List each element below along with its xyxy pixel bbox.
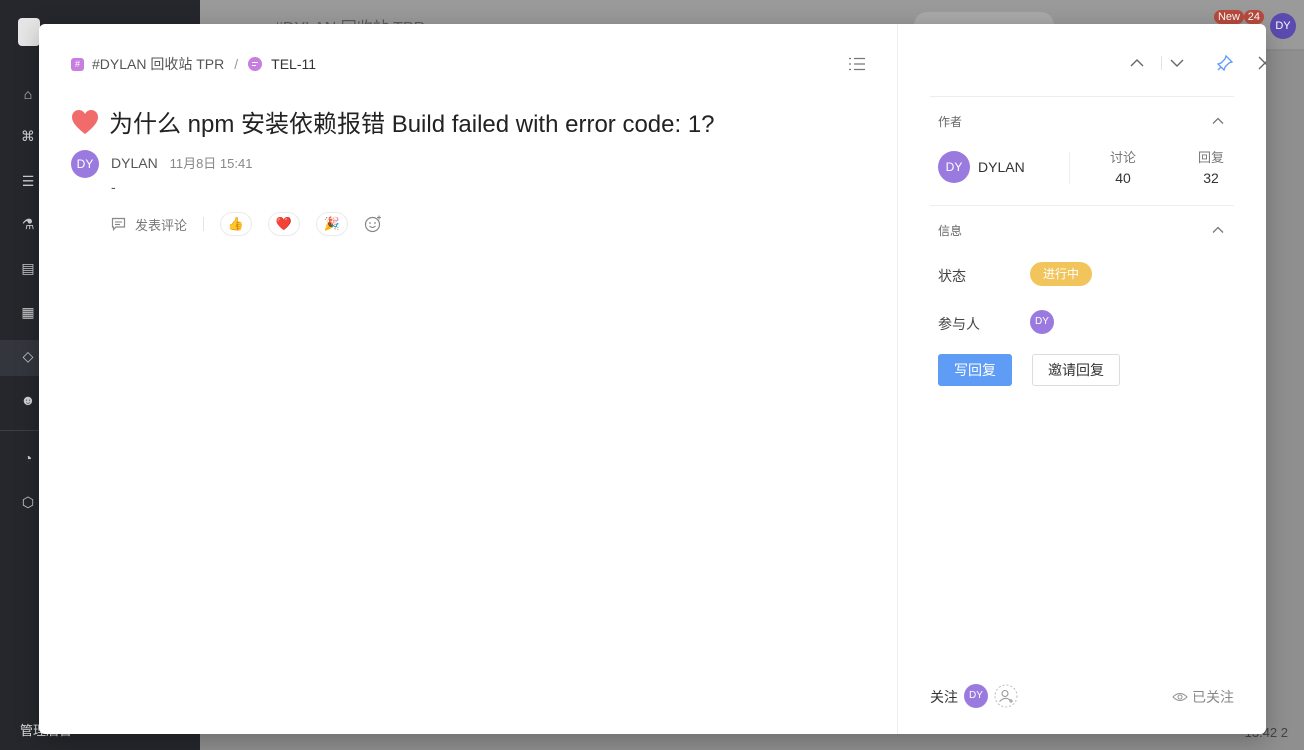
topic-title-text: 为什么 npm 安装依赖报错 Build failed with error c… [109, 111, 715, 138]
comment-button-label: 发表评论 [135, 217, 188, 233]
book-icon[interactable]: ▤ [20, 260, 36, 276]
discussions-value: 40 [1115, 170, 1131, 186]
post-author-name[interactable]: DYLAN [111, 155, 158, 171]
collapse-author-icon[interactable] [1212, 115, 1224, 127]
write-reply-button[interactable]: 写回复 [938, 354, 1012, 386]
cube-icon[interactable]: ⬡ [20, 494, 36, 510]
home-icon[interactable]: ⌂ [20, 86, 36, 102]
invite-reply-button[interactable]: 邀请回复 [1032, 354, 1120, 386]
new-badge: New [1213, 10, 1244, 24]
topic-title: 为什么 npm 安装依赖报错 Build failed with error c… [71, 104, 715, 139]
comment-button[interactable]: 发表评论 [111, 215, 187, 234]
topic-modal: # #DYLAN 回收站 TPR / TEL-11 为什么 npm 安装依赖报错… [39, 24, 1266, 734]
user-avatar[interactable]: DY [1270, 13, 1296, 39]
breadcrumb-topic-id: TEL-11 [271, 56, 317, 72]
follower-avatar[interactable]: DY [964, 684, 988, 708]
close-icon[interactable] [1256, 54, 1266, 72]
discussions-stat: 讨论 40 [1093, 147, 1153, 186]
post-actions: 发表评论 👍 ❤️ 🎉 [111, 212, 382, 236]
reaction-party-popper[interactable]: 🎉 [316, 212, 349, 236]
tag-icon[interactable]: ◇ [20, 348, 36, 364]
replies-label: 回复 [1197, 150, 1224, 165]
outline-list-icon[interactable] [849, 57, 865, 71]
robot-icon[interactable]: ☻ [20, 392, 36, 408]
author-name[interactable]: DYLAN [978, 159, 1025, 175]
timer-icon[interactable]: ◔ [20, 450, 36, 466]
followed-status-label: 已关注 [1192, 689, 1234, 705]
breadcrumb-channel[interactable]: #DYLAN 回收站 TPR [92, 54, 224, 74]
eye-icon [1172, 692, 1188, 702]
discussions-label: 讨论 [1109, 150, 1136, 165]
actions-divider [203, 217, 205, 231]
breadcrumb-separator: / [234, 56, 239, 72]
topic-side-panel: 作者 DY DYLAN 讨论 40 回复 32 信息 状态 进行中 参与人 DY… [897, 24, 1266, 734]
toolbar-divider [1161, 56, 1162, 70]
post-author-avatar[interactable]: DY [71, 150, 99, 178]
flask-icon[interactable]: ⚗ [20, 216, 36, 232]
panel-divider [930, 96, 1234, 97]
list-icon[interactable]: ☰ [20, 173, 36, 189]
topic-main: # #DYLAN 回收站 TPR / TEL-11 为什么 npm 安装依赖报错… [39, 24, 897, 734]
post-body: - [111, 179, 116, 195]
follow-label: 关注 [930, 689, 958, 705]
collapse-info-icon[interactable] [1212, 224, 1224, 236]
channel-icon: # [71, 57, 84, 71]
post-meta: DYLAN 11月8日 15:41 [111, 153, 252, 172]
author-avatar[interactable]: DY [938, 151, 970, 183]
participants-label: 参与人 [938, 316, 980, 332]
follow-row: 关注 DY 已关注 [930, 684, 1234, 708]
store-icon[interactable]: ▦ [20, 304, 36, 320]
add-emoji-icon[interactable] [364, 215, 382, 233]
replies-value: 32 [1203, 170, 1219, 186]
chevron-up-icon[interactable] [1128, 54, 1146, 72]
pin-icon[interactable] [1216, 54, 1234, 72]
panel-divider [930, 205, 1234, 206]
status-label: 状态 [938, 268, 966, 284]
status-badge[interactable]: 进行中 [1030, 262, 1093, 286]
topic-icon [248, 57, 263, 71]
app-logo [18, 18, 40, 46]
stats-divider [1069, 152, 1070, 184]
info-section-title: 信息 [938, 224, 963, 238]
author-section-title: 作者 [938, 115, 963, 129]
comment-icon [111, 217, 126, 231]
add-follower-icon[interactable] [994, 684, 1018, 708]
replies-stat: 回复 32 [1181, 147, 1241, 186]
participant-avatar[interactable]: DY [1030, 310, 1054, 334]
notification-count-badge: 24 [1243, 10, 1264, 24]
followed-status[interactable]: 已关注 [1172, 687, 1234, 707]
reaction-thumbs-up[interactable]: 👍 [220, 212, 253, 236]
reaction-heart[interactable]: ❤️ [268, 212, 301, 236]
post-timestamp: 11月8日 15:41 [169, 156, 253, 171]
panel-toolbar [898, 54, 1266, 74]
heart-icon [72, 109, 98, 134]
chevron-down-icon[interactable] [1168, 54, 1186, 72]
breadcrumb: # #DYLAN 回收站 TPR / TEL-11 [71, 54, 316, 74]
command-icon[interactable]: ⌘ [20, 128, 36, 144]
